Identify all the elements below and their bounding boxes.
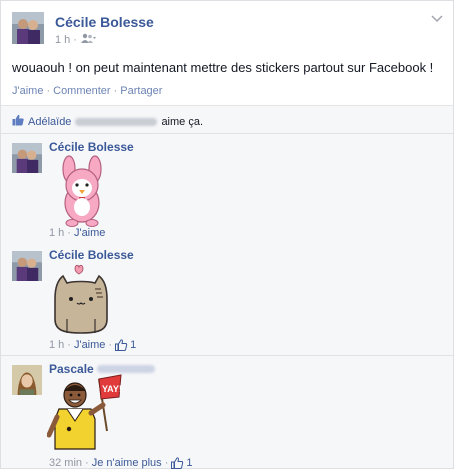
comment-item: Cécile Bolesse 1 h · J'aime <box>12 140 432 243</box>
liker-name[interactable]: Adélaïde <box>28 116 71 128</box>
commenter-avatar[interactable] <box>12 251 42 281</box>
pink-bunny-sticker <box>49 155 115 230</box>
thumbs-up-icon <box>12 114 24 129</box>
like-count[interactable]: 1 <box>130 339 136 351</box>
post-card: Cécile Bolesse 1 h · wouaouh ! on peut m… <box>0 0 454 469</box>
thumbs-up-icon[interactable] <box>171 457 184 469</box>
like-count[interactable]: 1 <box>186 457 192 469</box>
pusheen-cat-sticker <box>49 263 113 340</box>
comment-item: Pascale YAY! 32 min · Je n'aime plus · 1 <box>12 362 432 469</box>
comment-like-link[interactable]: J'aime <box>74 339 105 351</box>
post-status-text: wouaouh ! on peut maintenant mettre des … <box>12 60 434 75</box>
comment-meta: 1 h · J'aime <box>49 227 105 239</box>
commenter-name[interactable]: Cécile Bolesse <box>49 248 134 262</box>
meta-separator: · <box>73 33 77 46</box>
blurred-name <box>96 365 155 373</box>
blurred-name <box>75 117 158 126</box>
feedback-section: Adélaïde aime ça. Cécile Bolesse 1 h · J… <box>1 105 453 469</box>
comment-item: Cécile Bolesse 1 h · J'aime · 1 <box>12 248 432 351</box>
likes-summary: Adélaïde aime ça. <box>12 114 203 129</box>
meta-separator: · <box>85 457 89 469</box>
flag-text: YAY! <box>102 384 122 394</box>
meta-separator: · <box>108 339 113 351</box>
post-meta: 1 h · <box>55 33 96 46</box>
commenter-avatar[interactable] <box>12 143 42 173</box>
likes-suffix: aime ça. <box>161 115 204 128</box>
share-link[interactable]: Partager <box>120 85 162 97</box>
post-timestamp[interactable]: 1 h <box>55 34 70 46</box>
friends-icon[interactable] <box>80 33 96 46</box>
commenter-name[interactable]: Cécile Bolesse <box>49 140 134 154</box>
like-link[interactable]: J'aime <box>12 85 43 97</box>
author-avatar[interactable] <box>12 12 44 44</box>
post-header: Cécile Bolesse 1 h · <box>12 12 443 52</box>
comment-time[interactable]: 1 h <box>49 339 64 351</box>
thumbs-up-icon[interactable] <box>115 339 128 351</box>
divider <box>1 133 453 134</box>
action-separator: · <box>113 85 118 97</box>
comment-meta: 1 h · J'aime · 1 <box>49 339 136 351</box>
chevron-down-icon[interactable] <box>431 14 443 26</box>
comment-unlike-link[interactable]: Je n'aime plus <box>92 457 162 469</box>
commenter-avatar[interactable] <box>12 365 42 395</box>
meta-separator: · <box>67 339 71 351</box>
post-actions: J'aime · Commenter · Partager <box>12 85 162 97</box>
meta-separator: · <box>67 227 71 239</box>
action-separator: · <box>46 85 51 97</box>
meta-separator: · <box>164 457 169 469</box>
comment-meta: 32 min · Je n'aime plus · 1 <box>49 457 192 469</box>
author-name[interactable]: Cécile Bolesse <box>55 14 154 30</box>
comment-link[interactable]: Commenter <box>53 85 110 97</box>
comment-like-link[interactable]: J'aime <box>74 227 105 239</box>
comment-time[interactable]: 1 h <box>49 227 64 239</box>
divider <box>1 355 453 356</box>
yay-referee-sticker: YAY! <box>46 373 123 458</box>
comment-time[interactable]: 32 min <box>49 457 82 469</box>
